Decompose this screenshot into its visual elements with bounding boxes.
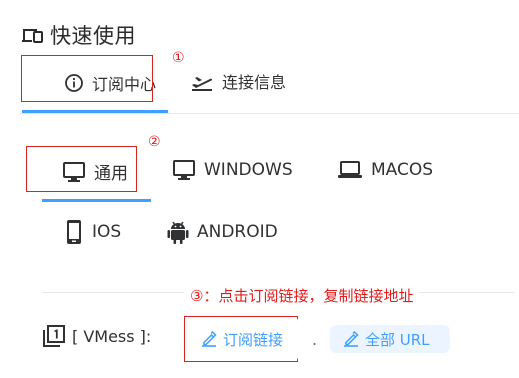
platform-tab-general-label: 通用: [94, 164, 128, 184]
filter-one-icon: [43, 325, 65, 347]
platform-tab-ios[interactable]: IOS: [64, 219, 121, 245]
annotation-instruction-3: ③：点击订阅链接，复制链接地址: [184, 285, 420, 306]
tab-connection-info-label: 连接信息: [222, 73, 287, 92]
annotation-marker-1: ①: [172, 50, 185, 66]
vmess-label: [ VMess ]:: [72, 326, 152, 346]
page-header: 快速使用: [20, 20, 136, 50]
phone-icon: [67, 220, 81, 244]
separator-dot: .: [312, 330, 318, 349]
flight-takeoff-icon: [192, 77, 213, 91]
platform-tab-windows-label: WINDOWS: [204, 160, 293, 180]
active-platform-indicator: [42, 199, 151, 202]
platform-tab-general[interactable]: 通用: [62, 159, 128, 184]
all-url-button[interactable]: 全部 URL: [330, 325, 450, 353]
platform-tab-windows[interactable]: WINDOWS: [172, 159, 293, 181]
platform-tab-ios-label: IOS: [92, 222, 122, 242]
android-icon: [167, 221, 189, 244]
monitor-icon: [173, 160, 195, 180]
platform-tab-android-label: ANDROID: [197, 222, 278, 242]
subscription-link-button[interactable]: 订阅链接: [186, 317, 298, 361]
copy-link-icon: [344, 330, 359, 347]
annotation-marker-2: ②: [148, 134, 161, 150]
platform-tab-macos[interactable]: MACOS: [337, 159, 433, 181]
tab-connection-info[interactable]: 连接信息: [190, 60, 330, 102]
copy-link-icon: [202, 330, 217, 347]
tabs-divider: [20, 113, 519, 114]
annotation-box-1: [21, 55, 153, 102]
platform-tab-android[interactable]: ANDROID: [167, 219, 278, 245]
monitor-icon: [63, 161, 85, 182]
page-title: 快速使用: [50, 24, 136, 48]
laptop-icon: [338, 161, 362, 178]
vmess-row: [ VMess ]:: [42, 324, 151, 348]
subscription-link-label: 订阅链接: [223, 330, 284, 349]
devices-icon: [22, 29, 43, 43]
all-url-label: 全部 URL: [365, 330, 430, 349]
platform-tab-macos-label: MACOS: [371, 160, 434, 180]
